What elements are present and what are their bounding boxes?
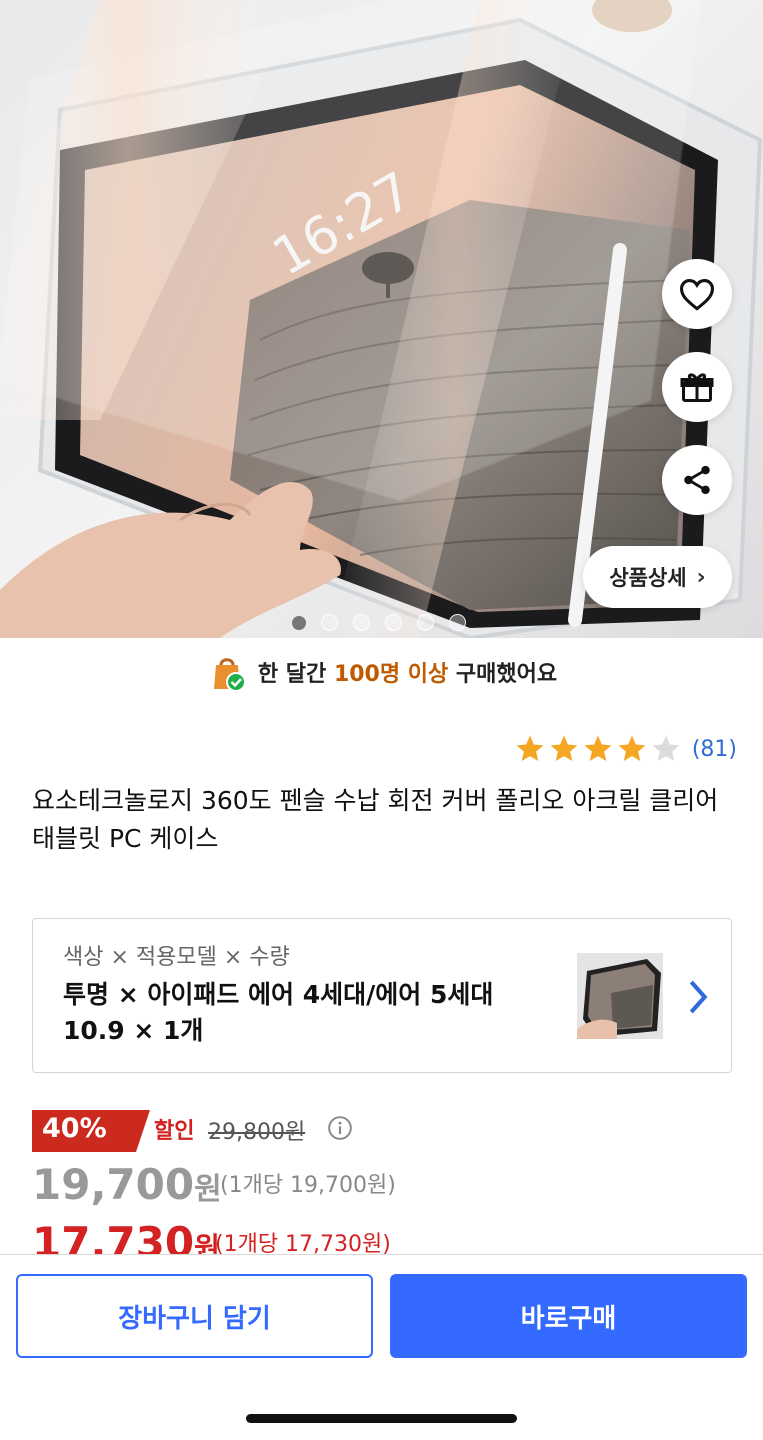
product-detail-label: 상품상세 <box>609 566 687 590</box>
product-image-carousel[interactable]: 16:27 상품상세 › <box>0 0 763 638</box>
carousel-dot[interactable] <box>385 614 402 631</box>
price-amount: 19,700 <box>32 1160 195 1209</box>
option-label: 색상 × 적용모델 × 수량 <box>63 945 290 970</box>
purchase-count-banner: 한 달간 100명 이상 구매했어요 <box>0 646 763 698</box>
banner-suffix: 구매했어요 <box>455 662 558 687</box>
star-filled-icon <box>584 735 612 761</box>
star-filled-icon <box>516 735 544 761</box>
star-filled-icon <box>550 735 578 761</box>
chevron-right-icon: › <box>696 564 706 590</box>
discount-label: 할인 <box>154 1119 195 1144</box>
carousel-dots <box>292 614 466 631</box>
home-indicator[interactable] <box>246 1414 517 1423</box>
star-empty-icon <box>652 735 680 761</box>
price: 19,700원 <box>32 1160 222 1209</box>
info-icon[interactable] <box>327 1115 353 1141</box>
add-to-cart-button[interactable]: 장바구니 담기 <box>16 1274 373 1358</box>
wishlist-button[interactable] <box>662 259 732 329</box>
gift-button[interactable] <box>662 352 732 422</box>
product-detail-button[interactable]: 상품상세 › <box>583 546 732 608</box>
share-button[interactable] <box>662 445 732 515</box>
price-currency: 원 <box>194 1172 222 1207</box>
bottom-action-bar: 장바구니 담기 바로구매 <box>0 1254 763 1440</box>
carousel-dot[interactable] <box>417 614 434 631</box>
original-price: 29,800원 <box>208 1120 306 1145</box>
option-value: 투명 × 아이패드 에어 4세대/에어 5세대 10.9 × 1개 <box>63 980 494 1045</box>
discount-badge: 40% <box>32 1110 150 1152</box>
banner-highlight: 100명 이상 <box>333 662 449 687</box>
discount-rate: 40% <box>42 1113 107 1144</box>
gift-icon <box>680 373 714 402</box>
carousel-dot[interactable] <box>292 616 306 630</box>
review-count[interactable]: (81) <box>692 737 737 762</box>
option-thumbnail <box>577 953 663 1039</box>
option-selector[interactable]: 색상 × 적용모델 × 수량 투명 × 아이패드 에어 4세대/에어 5세대 1… <box>32 918 732 1073</box>
carousel-dot[interactable] <box>321 614 338 631</box>
shopping-bag-check-icon <box>213 658 246 692</box>
star-filled-icon <box>618 735 646 761</box>
price-per-unit: (1개당 19,700원) <box>220 1173 396 1198</box>
product-photo: 16:27 <box>0 0 763 638</box>
product-title: 요소테크놀로지 360도 펜슬 수납 회전 커버 폴리오 아크릴 클리어 태블릿… <box>32 786 719 853</box>
share-icon <box>684 465 710 495</box>
carousel-dot[interactable] <box>353 614 370 631</box>
banner-prefix: 한 달간 <box>257 662 327 687</box>
buy-now-button[interactable]: 바로구매 <box>390 1274 747 1358</box>
carousel-dot[interactable] <box>449 614 466 631</box>
heart-icon <box>679 279 715 311</box>
chevron-right-icon <box>689 980 708 1014</box>
product-rating[interactable]: (81) <box>514 733 737 765</box>
